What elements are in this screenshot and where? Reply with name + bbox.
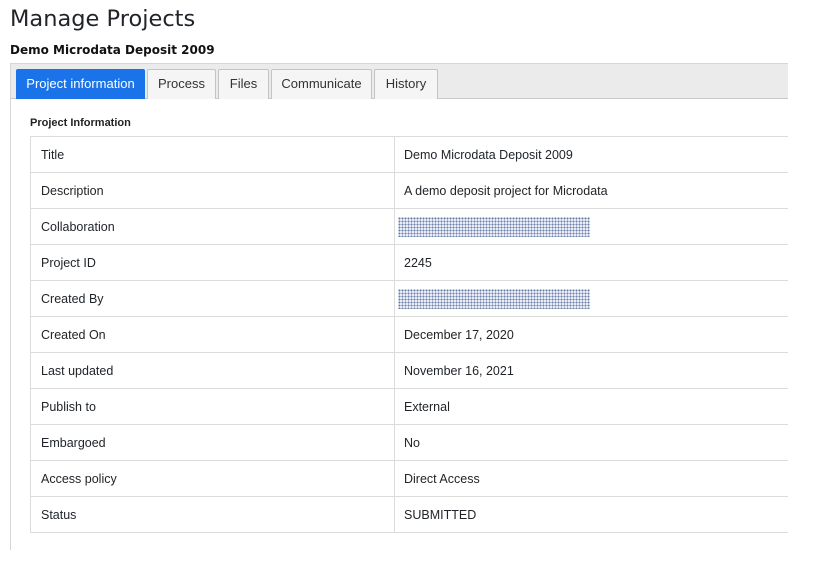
table-row: Embargoed No bbox=[30, 424, 788, 461]
table-row: Created On December 17, 2020 bbox=[30, 316, 788, 353]
row-label: Title bbox=[30, 136, 395, 173]
row-label: Created By bbox=[30, 280, 395, 317]
table-row: Project ID 2245 bbox=[30, 244, 788, 281]
redacted-value bbox=[398, 216, 590, 237]
row-label: Publish to bbox=[30, 388, 395, 425]
page-title: Manage Projects bbox=[10, 6, 196, 32]
table-row: Description A demo deposit project for M… bbox=[30, 172, 788, 209]
row-value: November 16, 2021 bbox=[394, 352, 788, 389]
row-value: Demo Microdata Deposit 2009 bbox=[394, 136, 788, 173]
section-label: Project Information bbox=[30, 117, 131, 129]
project-card: Project information Process Files Commun… bbox=[10, 63, 788, 550]
tab-bar: Project information Process Files Commun… bbox=[11, 64, 788, 99]
row-value-collaboration bbox=[394, 208, 788, 245]
row-label: Status bbox=[30, 496, 395, 533]
row-value: No bbox=[394, 424, 788, 461]
row-value: SUBMITTED bbox=[394, 496, 788, 533]
project-info-table: Title Demo Microdata Deposit 2009 Descri… bbox=[30, 136, 788, 533]
tab-communicate[interactable]: Communicate bbox=[271, 69, 372, 99]
row-label: Embargoed bbox=[30, 424, 395, 461]
row-value: 2245 bbox=[394, 244, 788, 281]
project-name: Demo Microdata Deposit 2009 bbox=[10, 43, 215, 57]
table-row: Access policy Direct Access bbox=[30, 460, 788, 497]
row-value: External bbox=[394, 388, 788, 425]
row-label: Description bbox=[30, 172, 395, 209]
tab-files[interactable]: Files bbox=[218, 69, 269, 99]
manage-projects-page: Manage Projects Demo Microdata Deposit 2… bbox=[0, 0, 831, 573]
tab-process[interactable]: Process bbox=[147, 69, 216, 99]
table-row: Created By bbox=[30, 280, 788, 317]
redacted-value bbox=[398, 288, 590, 309]
row-value: December 17, 2020 bbox=[394, 316, 788, 353]
row-label: Last updated bbox=[30, 352, 395, 389]
table-row: Status SUBMITTED bbox=[30, 496, 788, 533]
table-row: Last updated November 16, 2021 bbox=[30, 352, 788, 389]
tab-project-information[interactable]: Project information bbox=[16, 69, 145, 99]
tab-history[interactable]: History bbox=[374, 69, 438, 99]
row-value: A demo deposit project for Microdata bbox=[394, 172, 788, 209]
row-value: Direct Access bbox=[394, 460, 788, 497]
row-label: Collaboration bbox=[30, 208, 395, 245]
table-row: Collaboration bbox=[30, 208, 788, 245]
table-row: Publish to External bbox=[30, 388, 788, 425]
row-label: Created On bbox=[30, 316, 395, 353]
row-value-created-by bbox=[394, 280, 788, 317]
row-label: Access policy bbox=[30, 460, 395, 497]
row-label: Project ID bbox=[30, 244, 395, 281]
table-row: Title Demo Microdata Deposit 2009 bbox=[30, 136, 788, 173]
